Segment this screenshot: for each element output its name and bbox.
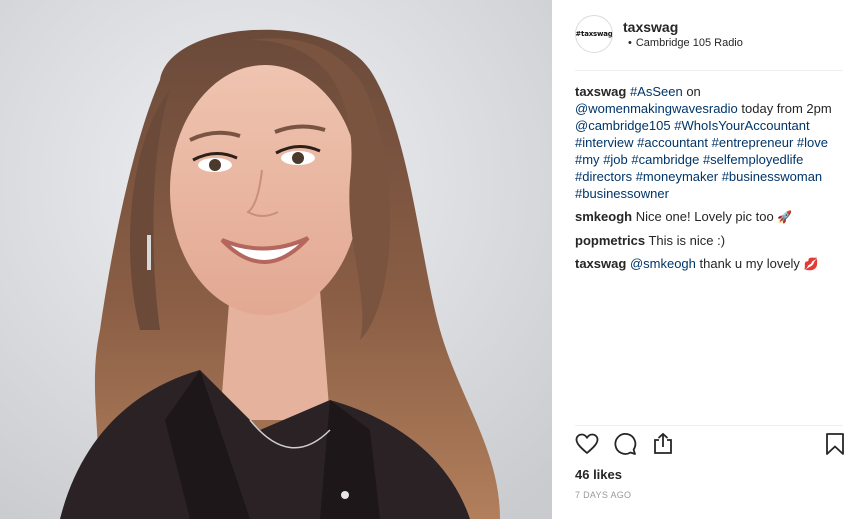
rocket-emoji: 🚀	[777, 210, 793, 224]
comment-text: This is nice :)	[648, 233, 726, 248]
hashtag-link[interactable]: #businesswoman	[722, 169, 822, 184]
post-caption: taxswag #AsSeen on @womenmakingwavesradi…	[575, 83, 845, 202]
hashtag-link[interactable]: #businessowner	[575, 186, 669, 201]
hashtag-link[interactable]: #WhoIsYourAccountant	[674, 118, 809, 133]
hashtag-link[interactable]: #AsSeen	[630, 84, 683, 99]
hashtag-link[interactable]: #cambridge	[631, 152, 699, 167]
hashtag-link[interactable]: #entrepreneur	[712, 135, 794, 150]
post-timestamp: 7 DAYS AGO	[575, 490, 632, 500]
mention-link[interactable]: @womenmakingwavesradio	[575, 101, 738, 116]
hashtag-link[interactable]: #love	[797, 135, 828, 150]
comments-list: taxswag #AsSeen on @womenmakingwavesradi…	[575, 83, 845, 273]
share-icon[interactable]	[651, 432, 677, 458]
post-photo[interactable]	[0, 0, 552, 519]
hashtag-link[interactable]: #my	[575, 152, 600, 167]
hashtag-link[interactable]: #moneymaker	[636, 169, 718, 184]
comment-bubble-icon[interactable]	[613, 432, 639, 458]
post-header: #taxswag taxswag • Cambridge 105 Radio	[552, 0, 861, 70]
comment-item: popmetrics This is nice :)	[575, 232, 845, 249]
hashtag-link[interactable]: #directors	[575, 169, 632, 184]
comment-username[interactable]: popmetrics	[575, 233, 645, 248]
post-actions	[575, 432, 845, 462]
location-text[interactable]: Cambridge 105 Radio	[636, 37, 743, 49]
actions-divider	[575, 425, 843, 426]
portrait-photo	[0, 0, 552, 519]
caption-username[interactable]: taxswag	[575, 84, 626, 99]
caption-text: today from 2pm	[737, 101, 832, 116]
caption-text: on	[682, 84, 701, 99]
comment-item: taxswag @smkeogh thank u my lovely 💋	[575, 255, 845, 273]
hashtag-link[interactable]: #accountant	[637, 135, 708, 150]
comment-item: smkeogh Nice one! Lovely pic too 🚀	[575, 208, 845, 226]
post-location[interactable]: • Cambridge 105 Radio	[628, 37, 743, 49]
hashtag-link[interactable]: #job	[603, 152, 628, 167]
bookmark-icon[interactable]	[823, 432, 849, 458]
instagram-post: #taxswag taxswag • Cambridge 105 Radio ta…	[0, 0, 861, 519]
comment-username[interactable]: taxswag	[575, 256, 626, 271]
comment-mention-link[interactable]: @smkeogh	[630, 256, 696, 271]
comment-text: Nice one! Lovely pic too	[635, 209, 778, 224]
comment-username[interactable]: smkeogh	[575, 209, 632, 224]
post-username[interactable]: taxswag	[623, 19, 678, 35]
heart-icon[interactable]	[575, 432, 601, 458]
kiss-emoji: 💋	[803, 257, 819, 271]
hashtag-link[interactable]: #selfemployedlife	[703, 152, 803, 167]
avatar-text: #taxswag	[575, 30, 613, 38]
mention-link[interactable]: @cambridge105	[575, 118, 671, 133]
hashtag-link[interactable]: #interview	[575, 135, 634, 150]
avatar[interactable]: #taxswag	[575, 15, 613, 53]
header-divider	[575, 70, 843, 71]
comment-text: thank u my lovely	[695, 256, 804, 271]
likes-count[interactable]: 46 likes	[575, 467, 622, 482]
location-bullet: •	[628, 37, 632, 49]
post-side-panel: #taxswag taxswag • Cambridge 105 Radio ta…	[552, 0, 861, 519]
